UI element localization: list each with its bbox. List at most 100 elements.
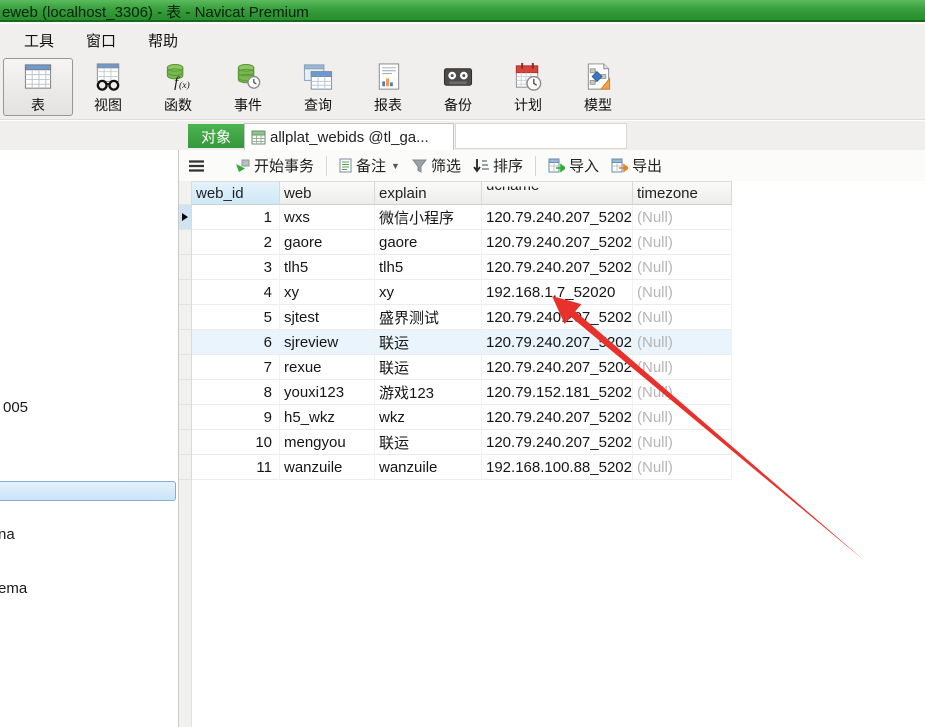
table-row[interactable]: 6sjreview联运120.79.240.207_5202(Null) <box>192 330 732 355</box>
row-selector[interactable] <box>179 455 192 480</box>
cell-explain[interactable]: 联运 <box>375 430 482 455</box>
cell-web[interactable]: mengyou <box>280 430 375 455</box>
cell-explain[interactable]: 联运 <box>375 330 482 355</box>
cell-ucname[interactable]: 120.79.240.207_5202 <box>482 305 633 330</box>
cell-explain[interactable]: xy <box>375 280 482 305</box>
table-row[interactable]: 11wanzuilewanzuile192.168.100.88_5202(Nu… <box>192 455 732 480</box>
cell-explain[interactable]: gaore <box>375 230 482 255</box>
table-row[interactable]: 2gaoregaore120.79.240.207_5202(Null) <box>192 230 732 255</box>
begin-transaction-button[interactable]: 开始事务 <box>228 152 320 179</box>
row-selector[interactable] <box>179 205 192 230</box>
cell-web_id[interactable]: 9 <box>192 405 280 430</box>
cell-web_id[interactable]: 6 <box>192 330 280 355</box>
row-selector[interactable] <box>179 405 192 430</box>
table-row[interactable]: 7rexue联运120.79.240.207_5202(Null) <box>192 355 732 380</box>
cell-web_id[interactable]: 2 <box>192 230 280 255</box>
cell-timezone[interactable]: (Null) <box>633 405 732 430</box>
tree-item-fragment[interactable]: 005 <box>3 399 28 416</box>
cell-web[interactable]: xy <box>280 280 375 305</box>
column-header-explain[interactable]: explain <box>375 181 482 205</box>
cell-web_id[interactable]: 7 <box>192 355 280 380</box>
cell-timezone[interactable]: (Null) <box>633 430 732 455</box>
column-header-timezone[interactable]: timezone <box>633 181 732 205</box>
cell-timezone[interactable]: (Null) <box>633 455 732 480</box>
cell-web[interactable]: sjreview <box>280 330 375 355</box>
cell-explain[interactable]: 微信小程序 <box>375 205 482 230</box>
cell-web[interactable]: wanzuile <box>280 455 375 480</box>
cell-ucname[interactable]: 120.79.240.207_5202 <box>482 330 633 355</box>
toolbar-functions-button[interactable]: f (x) 函数 <box>143 58 213 116</box>
tab-table-allplat-webids[interactable]: allplat_webids @tl_ga... <box>244 123 454 150</box>
cell-web[interactable]: youxi123 <box>280 380 375 405</box>
toolbar-schedule-button[interactable]: 计划 <box>493 58 563 116</box>
toolbar-model-button[interactable]: 模型 <box>563 58 633 116</box>
sort-button[interactable]: 排序 <box>467 152 529 179</box>
cell-web_id[interactable]: 10 <box>192 430 280 455</box>
tree-item-fragment[interactable]: ema <box>0 580 27 597</box>
cell-web[interactable]: rexue <box>280 355 375 380</box>
tree-item-selected[interactable] <box>0 481 176 501</box>
menu-window[interactable]: 窗口 <box>70 26 132 55</box>
table-row[interactable]: 4xyxy192.168.1.7_52020(Null) <box>192 280 732 305</box>
cell-timezone[interactable]: (Null) <box>633 355 732 380</box>
cell-explain[interactable]: 盛界测试 <box>375 305 482 330</box>
cell-ucname[interactable]: 120.79.240.207_5202 <box>482 255 633 280</box>
menu-help[interactable]: 帮助 <box>132 26 194 55</box>
cell-web_id[interactable]: 3 <box>192 255 280 280</box>
cell-explain[interactable]: 游戏123 <box>375 380 482 405</box>
cell-ucname[interactable]: 192.168.100.88_5202 <box>482 455 633 480</box>
cell-ucname[interactable]: 120.79.240.207_5202 <box>482 430 633 455</box>
row-selector[interactable] <box>179 255 192 280</box>
row-selector[interactable] <box>179 330 192 355</box>
cell-ucname[interactable]: 120.79.152.181_5202 <box>482 380 633 405</box>
row-selector[interactable] <box>179 280 192 305</box>
cell-explain[interactable]: wkz <box>375 405 482 430</box>
tab-bar-empty-slot[interactable] <box>455 123 627 149</box>
toolbar-events-button[interactable]: 事件 <box>213 58 283 116</box>
cell-explain[interactable]: tlh5 <box>375 255 482 280</box>
filter-button[interactable]: 筛选 <box>406 152 467 179</box>
note-button[interactable]: 备注 ▼ <box>333 152 406 179</box>
cell-web_id[interactable]: 8 <box>192 380 280 405</box>
menu-tools[interactable]: 工具 <box>8 26 70 55</box>
cell-ucname[interactable]: 120.79.240.207_5202 <box>482 230 633 255</box>
row-selector[interactable] <box>179 305 192 330</box>
cell-web_id[interactable]: 4 <box>192 280 280 305</box>
toolbar-reports-button[interactable]: 报表 <box>353 58 423 116</box>
cell-explain[interactable]: 联运 <box>375 355 482 380</box>
cell-web_id[interactable]: 11 <box>192 455 280 480</box>
row-selector[interactable] <box>179 380 192 405</box>
table-row[interactable]: 3tlh5tlh5120.79.240.207_5202(Null) <box>192 255 732 280</box>
table-row[interactable]: 1wxs微信小程序120.79.240.207_5202(Null) <box>192 205 732 230</box>
hamburger-icon[interactable] <box>189 160 204 172</box>
toolbar-backup-button[interactable]: 备份 <box>423 58 493 116</box>
cell-timezone[interactable]: (Null) <box>633 205 732 230</box>
cell-timezone[interactable]: (Null) <box>633 280 732 305</box>
cell-ucname[interactable]: 120.79.240.207_5202 <box>482 405 633 430</box>
cell-web_id[interactable]: 5 <box>192 305 280 330</box>
cell-timezone[interactable]: (Null) <box>633 305 732 330</box>
row-selector[interactable] <box>179 230 192 255</box>
cell-web[interactable]: sjtest <box>280 305 375 330</box>
cell-ucname[interactable]: 120.79.240.207_5202 <box>482 355 633 380</box>
table-row[interactable]: 8youxi123游戏123120.79.152.181_5202(Null) <box>192 380 732 405</box>
cell-web[interactable]: tlh5 <box>280 255 375 280</box>
cell-web[interactable]: wxs <box>280 205 375 230</box>
column-header-web_id[interactable]: web_id <box>192 181 280 205</box>
cell-web[interactable]: gaore <box>280 230 375 255</box>
row-selector[interactable] <box>179 355 192 380</box>
cell-ucname[interactable]: 120.79.240.207_5202 <box>482 205 633 230</box>
toolbar-tables-button[interactable]: 表 <box>3 58 73 116</box>
table-row[interactable]: 5sjtest盛界测试120.79.240.207_5202(Null) <box>192 305 732 330</box>
column-header-web[interactable]: web <box>280 181 375 205</box>
import-button[interactable]: 导入 <box>542 152 605 179</box>
cell-timezone[interactable]: (Null) <box>633 255 732 280</box>
cell-web_id[interactable]: 1 <box>192 205 280 230</box>
cell-timezone[interactable]: (Null) <box>633 330 732 355</box>
toolbar-views-button[interactable]: 视图 <box>73 58 143 116</box>
toolbar-queries-button[interactable]: 查询 <box>283 58 353 116</box>
cell-timezone[interactable]: (Null) <box>633 230 732 255</box>
row-selector[interactable] <box>179 430 192 455</box>
cell-explain[interactable]: wanzuile <box>375 455 482 480</box>
export-button[interactable]: 导出 <box>605 152 668 179</box>
